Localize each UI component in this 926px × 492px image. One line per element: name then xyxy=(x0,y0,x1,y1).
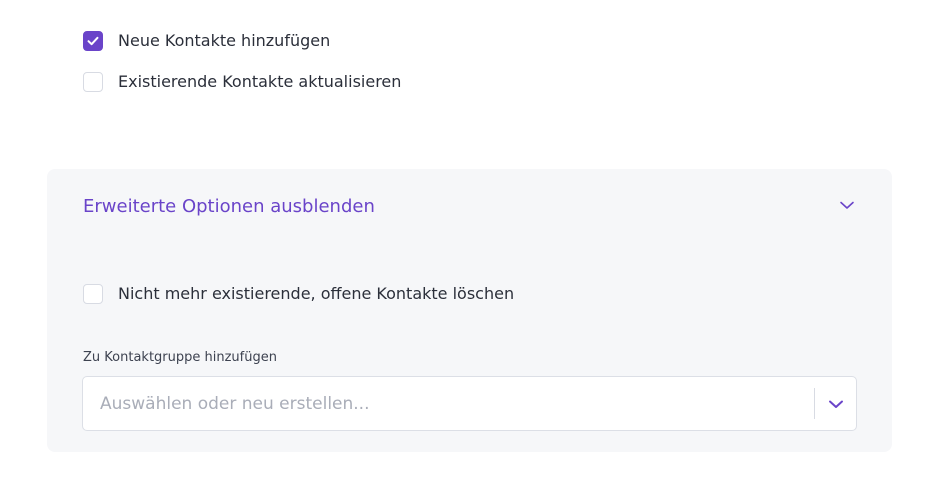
contact-group-dropdown-button[interactable] xyxy=(815,377,856,430)
checkbox-add-new-contacts[interactable] xyxy=(83,31,103,51)
option-add-new-contacts[interactable]: Neue Kontakte hinzufügen xyxy=(83,30,330,52)
option-delete-stale-contacts[interactable]: Nicht mehr existierende, offene Kontakte… xyxy=(83,283,514,305)
contact-group-label: Zu Kontaktgruppe hinzufügen xyxy=(83,350,277,365)
option-update-existing-contacts[interactable]: Existierende Kontakte aktualisieren xyxy=(83,71,401,93)
chevron-down-icon xyxy=(828,400,843,408)
advanced-options-toggle[interactable]: Erweiterte Optionen ausblenden xyxy=(83,195,375,219)
contact-group-input[interactable] xyxy=(83,377,814,430)
checkbox-delete-stale-contacts[interactable] xyxy=(83,284,103,304)
option-update-existing-contacts-label: Existierende Kontakte aktualisieren xyxy=(118,72,402,91)
contact-group-select[interactable] xyxy=(82,376,857,431)
check-icon xyxy=(87,36,99,46)
option-delete-stale-contacts-label: Nicht mehr existierende, offene Kontakte… xyxy=(118,284,515,303)
checkbox-update-existing-contacts[interactable] xyxy=(83,72,103,92)
chevron-down-icon[interactable] xyxy=(839,199,855,211)
option-add-new-contacts-label: Neue Kontakte hinzufügen xyxy=(118,31,331,50)
